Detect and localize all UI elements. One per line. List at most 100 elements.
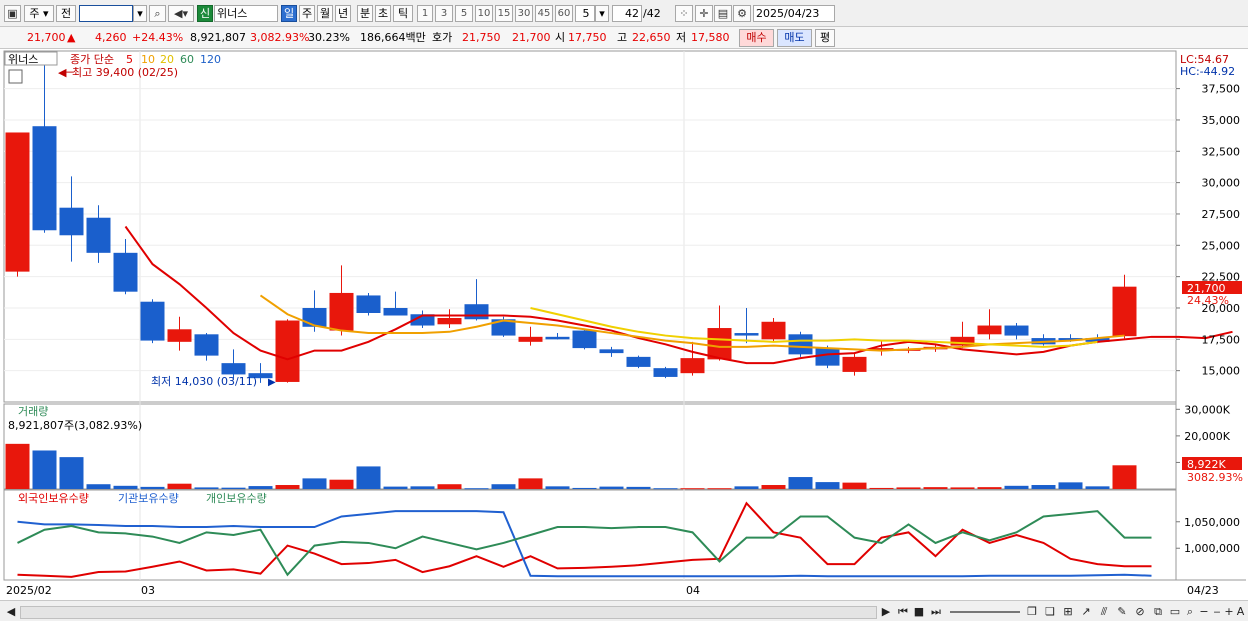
zoom-slider[interactable] (950, 611, 1020, 613)
minus-icon[interactable]: ‒ (1211, 604, 1223, 619)
search-icon[interactable]: ⌕ (149, 5, 166, 22)
volume-bar[interactable] (950, 487, 975, 489)
volume-bar[interactable] (707, 488, 732, 490)
volume-bar-current[interactable] (1112, 465, 1137, 489)
gear-icon[interactable]: ⚙ (733, 5, 751, 22)
candle-down[interactable] (221, 363, 246, 375)
copy-icon[interactable]: ⧉ (1150, 604, 1166, 619)
volume-bar[interactable] (356, 466, 381, 489)
volume-bar[interactable] (86, 484, 111, 489)
tab-tick[interactable]: 틱 (393, 5, 413, 22)
candle-up[interactable] (518, 336, 543, 342)
volume-bar[interactable] (410, 486, 435, 489)
date-input[interactable]: 2025/04/23 (753, 5, 835, 22)
candle-down[interactable] (545, 336, 570, 340)
candle-up[interactable] (842, 356, 867, 372)
candle-down[interactable] (734, 333, 759, 336)
volume-bar[interactable] (545, 486, 570, 489)
volume-bar[interactable] (113, 485, 138, 489)
stock-name-field[interactable]: 위너스 (214, 5, 278, 22)
volume-bar[interactable] (599, 486, 624, 489)
candle-up[interactable] (167, 329, 192, 342)
volume-bar[interactable] (491, 484, 516, 489)
candle-down[interactable] (815, 348, 840, 366)
volume-bar[interactable] (761, 485, 786, 489)
interval-input[interactable]: 5 (575, 5, 595, 22)
period-type-select[interactable]: 주 ▾ (24, 5, 54, 22)
scroll-left-icon[interactable]: ◀ (5, 604, 17, 619)
save-icon[interactable]: ▤ (714, 5, 732, 22)
volume-bar[interactable] (194, 487, 219, 489)
candle-down[interactable] (1004, 325, 1029, 336)
volume-bar[interactable] (32, 450, 57, 489)
text-tool-icon[interactable]: ⊘ (1132, 604, 1148, 619)
tab-second[interactable]: 초 (375, 5, 391, 22)
volume-bar[interactable] (1004, 485, 1029, 489)
interval-5[interactable]: 5 (455, 5, 473, 22)
candle-up[interactable] (761, 321, 786, 340)
chart-type-icon[interactable]: ⊞ (1060, 604, 1076, 619)
volume-bar[interactable] (248, 486, 273, 489)
magnify-icon[interactable]: ⌕ (1183, 604, 1197, 619)
sell-button[interactable]: 매도 (777, 29, 812, 47)
interval-1[interactable]: 1 (417, 5, 433, 22)
zoom-out-icon[interactable]: − (1198, 604, 1210, 619)
volume-bar[interactable] (329, 479, 354, 489)
candle-down[interactable] (32, 126, 57, 231)
volume-bar[interactable] (1031, 485, 1056, 489)
volume-bar[interactable] (275, 485, 300, 489)
candle-up[interactable] (707, 328, 732, 360)
volume-bar[interactable] (788, 477, 813, 489)
candle-down[interactable] (383, 307, 408, 316)
grid-dots-icon[interactable]: ⁘ (675, 5, 693, 22)
volume-bar[interactable] (734, 486, 759, 489)
volume-bar[interactable] (383, 486, 408, 489)
volume-bar[interactable] (869, 487, 894, 489)
interval-dropdown-icon[interactable]: ▾ (595, 5, 609, 22)
candle-up[interactable] (1112, 286, 1137, 337)
volume-bar[interactable] (1058, 482, 1083, 489)
zoom-in-icon[interactable]: + (1224, 604, 1234, 619)
tab-week[interactable]: 주 (299, 5, 315, 22)
volume-bar[interactable] (59, 457, 84, 489)
volume-bar[interactable] (167, 483, 192, 489)
candle-up[interactable] (5, 132, 30, 272)
candle-up[interactable] (977, 325, 1002, 335)
rewind-icon[interactable]: ⏮ (895, 604, 911, 619)
horizontal-scrollbar[interactable] (20, 606, 877, 619)
interval-3[interactable]: 3 (435, 5, 453, 22)
candle-down[interactable] (788, 334, 813, 355)
count-input[interactable]: 42 (612, 5, 642, 22)
volume-bar[interactable] (518, 478, 543, 489)
candle-down[interactable] (113, 252, 138, 292)
candle-down[interactable] (140, 301, 165, 341)
stock-code-input[interactable]: 479960 (79, 5, 133, 22)
candle-down[interactable] (356, 295, 381, 313)
volume-bar[interactable] (626, 486, 651, 489)
volume-bar[interactable] (302, 478, 327, 489)
window-tile-icon[interactable]: ❏ (1042, 604, 1058, 619)
candle-down[interactable] (653, 368, 678, 377)
candle-down[interactable] (626, 356, 651, 367)
candle-up[interactable] (437, 318, 462, 325)
stop-icon[interactable]: ■ (912, 604, 926, 619)
eval-button[interactable]: 평 (815, 29, 835, 47)
candle-down[interactable] (302, 307, 327, 327)
layout-icon[interactable]: ▣ (4, 5, 21, 22)
volume-bar[interactable] (977, 487, 1002, 489)
code-dropdown-icon[interactable]: ▾ (133, 5, 147, 22)
candle-down[interactable] (599, 349, 624, 354)
fibonacci-icon[interactable]: ⫻ (1096, 604, 1112, 619)
volume-bar[interactable] (437, 484, 462, 489)
candle-up[interactable] (680, 358, 705, 374)
candle-up[interactable] (329, 292, 354, 331)
volume-bar[interactable] (221, 487, 246, 489)
trend-line-icon[interactable]: ↗ (1078, 604, 1094, 619)
tab-month[interactable]: 월 (317, 5, 333, 22)
candle-down[interactable] (572, 330, 597, 349)
volume-bar[interactable] (653, 488, 678, 490)
crosshair-icon[interactable]: ✛ (695, 5, 713, 22)
screen-icon[interactable]: ▭ (1168, 604, 1182, 619)
calculator-icon[interactable] (8, 69, 23, 84)
buy-button[interactable]: 매수 (739, 29, 774, 47)
